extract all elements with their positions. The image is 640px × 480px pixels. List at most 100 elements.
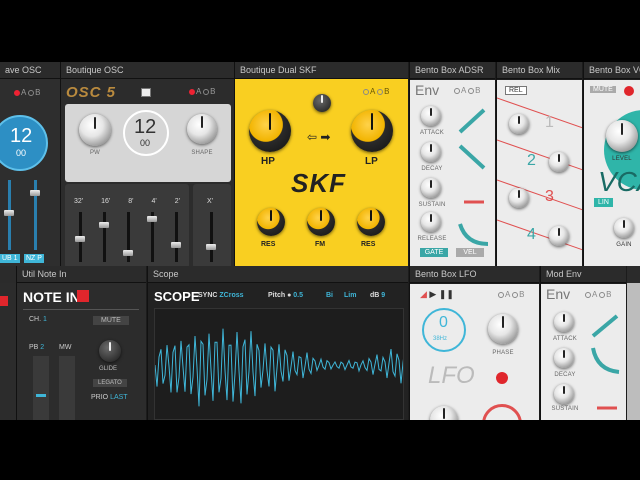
- mute-button[interactable]: MUTE: [590, 86, 616, 93]
- bi-toggle[interactable]: Bi: [326, 292, 333, 299]
- mix-knob-1[interactable]: [509, 114, 529, 134]
- module-header[interactable]: Boutique Dual SKF: [235, 62, 408, 79]
- skf-logo: SKF: [291, 168, 346, 198]
- module-header[interactable]: Bento Box ADSR: [410, 62, 495, 79]
- module-header[interactable]: Bento Box LFO: [410, 266, 539, 283]
- lin-button[interactable]: LIN: [594, 198, 613, 207]
- rel-button[interactable]: REL: [505, 86, 527, 95]
- module-header[interactable]: Boutique OSC: [61, 62, 234, 79]
- mix-knob-4[interactable]: [549, 226, 569, 246]
- divider: [23, 309, 139, 310]
- decay-label: DECAY: [421, 166, 443, 172]
- sustain-knob[interactable]: [554, 384, 574, 404]
- hp-label: HP: [261, 156, 275, 167]
- hp-knob[interactable]: [249, 110, 291, 152]
- legato-button[interactable]: LEGATO: [93, 379, 127, 387]
- small-knob[interactable]: [313, 94, 331, 112]
- osc-logo: OSC 5: [66, 84, 117, 101]
- util-note-in-module[interactable]: Util Note In NOTE IN CH. 1 MUTE PB 2 MW …: [16, 266, 146, 420]
- footage-labels: 32' 16' 8' 4' 2': [65, 198, 189, 205]
- phase-knob[interactable]: [488, 314, 518, 344]
- sub-tag[interactable]: UB 1: [0, 254, 20, 263]
- pitchbend-fader[interactable]: [33, 356, 49, 420]
- module-header[interactable]: Scope: [148, 266, 408, 283]
- gate-button[interactable]: GATE: [420, 248, 448, 257]
- pitch-display[interactable]: 12 00: [123, 110, 169, 156]
- depth-knob[interactable]: [430, 406, 458, 420]
- ab-switch[interactable]: A B: [454, 86, 480, 95]
- ab-switch[interactable]: A B: [14, 88, 40, 97]
- db-control[interactable]: dB 9: [370, 292, 385, 299]
- boutique-osc-module[interactable]: Boutique OSC OSC 5 A B PW 12 00 SHAPE 32…: [60, 62, 234, 266]
- res2-knob[interactable]: [357, 208, 385, 236]
- fader-16[interactable]: [99, 212, 109, 262]
- rate-display[interactable]: 0 38Hz: [422, 308, 466, 352]
- lp-knob[interactable]: [351, 110, 393, 152]
- env-title: Env: [415, 82, 440, 98]
- rate-value: 0: [439, 314, 448, 331]
- adsr-module[interactable]: Bento Box ADSR Env A B ATTACK DECAY SUST…: [409, 62, 495, 266]
- ab-switch[interactable]: A B: [585, 290, 611, 299]
- fader-2[interactable]: [171, 212, 181, 262]
- lfo-module[interactable]: Bento Box LFO ◢ ▶ ❚❚ A B 0 38Hz PHASE LF…: [409, 266, 539, 420]
- mix-body: REL 1 2 3 4: [497, 80, 582, 266]
- decay-knob[interactable]: [421, 142, 441, 162]
- modwheel-fader[interactable]: [59, 356, 75, 420]
- scope-trace: [155, 328, 403, 407]
- sync-control[interactable]: SYNC ZCross: [198, 292, 244, 299]
- module-header[interactable]: Bento Box VC: [584, 62, 640, 79]
- module-header[interactable]: Util Note In: [17, 266, 146, 283]
- channel-4-label: 4: [527, 226, 536, 243]
- vca-module[interactable]: Bento Box VC MUTE LEVEL VCA LIN GAIN: [583, 62, 640, 266]
- decay-knob[interactable]: [554, 348, 574, 368]
- ab-switch[interactable]: A B: [189, 87, 215, 96]
- sustain-knob[interactable]: [421, 178, 441, 198]
- pitch-control[interactable]: Pitch ● 0.5: [268, 292, 303, 299]
- mix-module[interactable]: Bento Box Mix REL 1 2 3 4: [496, 62, 582, 266]
- module-header[interactable]: ave OSC: [0, 62, 60, 79]
- waveform-icons[interactable]: ◢ ▶ ❚❚: [420, 289, 454, 300]
- ab-switch[interactable]: A B: [363, 87, 389, 96]
- wave-osc-module[interactable]: ave OSC A B 12 00 UB 1 NZ P: [0, 62, 60, 266]
- shape-knob[interactable]: [187, 114, 217, 144]
- noise-tag[interactable]: NZ P: [24, 254, 44, 263]
- fader-8[interactable]: [123, 212, 133, 262]
- res1-knob[interactable]: [257, 208, 285, 236]
- scope-title: SCOPE: [154, 289, 200, 304]
- osc-upper-panel: PW 12 00 SHAPE: [65, 104, 231, 182]
- module-header[interactable]: Bento Box Mix: [497, 62, 582, 79]
- pitch-value: 12: [10, 125, 33, 147]
- attack-knob[interactable]: [554, 312, 574, 332]
- vel-button[interactable]: VEL: [456, 248, 484, 257]
- keyboard-icon[interactable]: [141, 88, 151, 97]
- mix-knob-3[interactable]: [509, 188, 529, 208]
- mute-button[interactable]: MUTE: [93, 316, 129, 325]
- glide-knob[interactable]: [99, 340, 121, 362]
- fm-knob[interactable]: [307, 208, 335, 236]
- res1-label: RES: [261, 241, 276, 248]
- envelope-graphic: [458, 108, 489, 246]
- dual-skf-module[interactable]: Boutique Dual SKF A B HP ⇦ ➡ LP SKF RES …: [234, 62, 408, 266]
- pitch-display[interactable]: 12 00: [0, 115, 48, 171]
- fader-4[interactable]: [147, 212, 157, 262]
- gain-knob[interactable]: [614, 218, 634, 238]
- fader[interactable]: [30, 180, 40, 250]
- mod-env-module[interactable]: Mod Env Env A B ATTACK DECAY SUSTAIN: [540, 266, 626, 420]
- pw-knob[interactable]: [79, 114, 111, 146]
- fader[interactable]: [4, 180, 14, 250]
- record-icon[interactable]: [624, 86, 634, 96]
- fader-32[interactable]: [75, 212, 85, 262]
- routing-arrows-icon[interactable]: ⇦ ➡: [307, 130, 330, 144]
- lim-toggle[interactable]: Lim: [344, 292, 356, 299]
- level-knob[interactable]: [606, 120, 638, 152]
- scope-module[interactable]: Scope SCOPE SYNC ZCross Pitch ● 0.5 Bi L…: [147, 266, 408, 420]
- mix-knob-2[interactable]: [549, 152, 569, 172]
- release-knob[interactable]: [421, 212, 441, 232]
- attack-knob[interactable]: [421, 106, 441, 126]
- ab-switch[interactable]: A B: [498, 290, 524, 299]
- attack-label: ATTACK: [420, 130, 444, 136]
- xmod-fader[interactable]: [206, 212, 216, 262]
- pitch-sub: 00: [140, 138, 151, 148]
- module-header[interactable]: Mod Env: [541, 266, 626, 283]
- scope-waveform: [154, 308, 404, 420]
